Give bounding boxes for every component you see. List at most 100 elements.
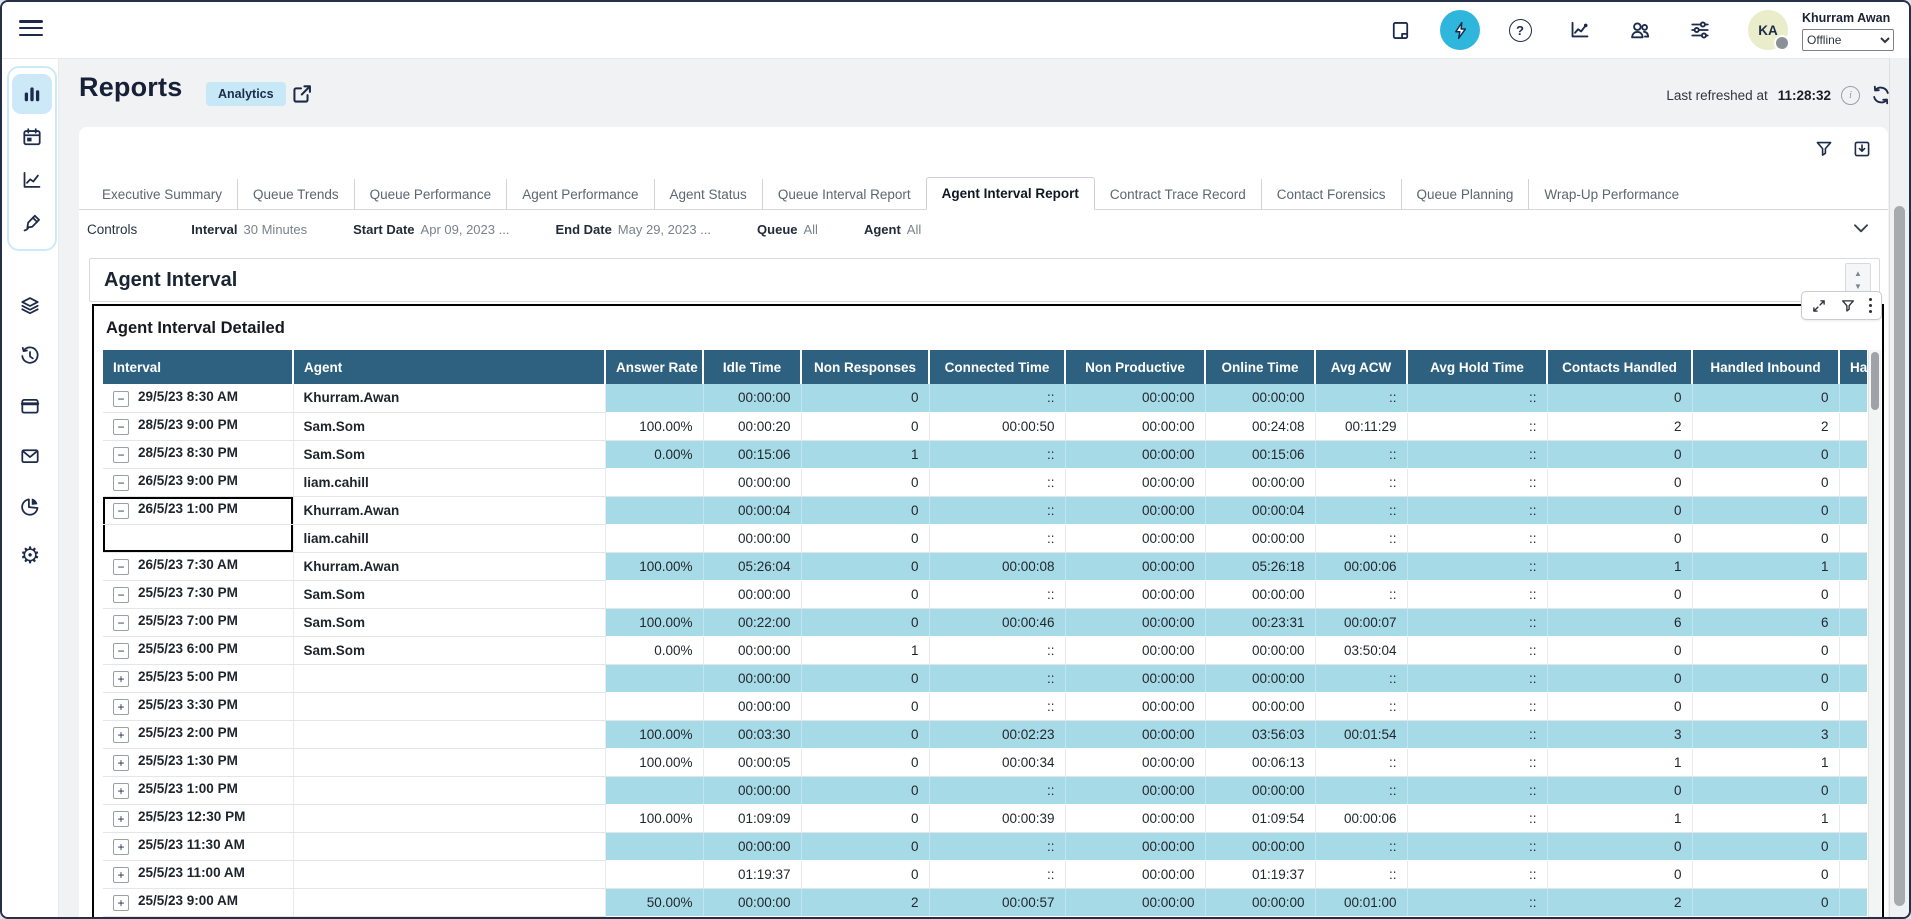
- interval-cell[interactable]: +25/5/23 11:00 AM: [103, 860, 293, 888]
- agent-cell[interactable]: [293, 888, 605, 916]
- expand-row-icon[interactable]: +: [113, 839, 129, 855]
- control-queue[interactable]: QueueAll: [757, 222, 818, 237]
- download-icon[interactable]: [1852, 139, 1874, 161]
- interval-cell[interactable]: +25/5/23 11:30 AM: [103, 832, 293, 860]
- agent-cell[interactable]: liam.cahill: [293, 468, 605, 496]
- interval-cell[interactable]: −26/5/23 1:00 PM: [103, 496, 293, 524]
- collapse-row-icon[interactable]: −: [113, 447, 129, 463]
- avatar[interactable]: KA: [1748, 10, 1788, 50]
- sidebar-item-history[interactable]: [10, 336, 50, 376]
- column-header-connected-time[interactable]: Connected Time: [929, 350, 1065, 384]
- tab-contract-trace-record[interactable]: Contract Trace Record: [1095, 179, 1261, 210]
- help-icon[interactable]: ?: [1500, 10, 1540, 50]
- agent-cell[interactable]: [293, 748, 605, 776]
- collapse-row-icon[interactable]: −: [113, 475, 129, 491]
- column-header-avg-hold-time[interactable]: Avg Hold Time: [1407, 350, 1547, 384]
- interval-cell[interactable]: −26/5/23 9:00 PM: [103, 468, 293, 496]
- column-header-non-productive[interactable]: Non Productive: [1065, 350, 1205, 384]
- expand-row-icon[interactable]: +: [113, 727, 129, 743]
- filter-icon[interactable]: [1814, 139, 1836, 161]
- boost-icon[interactable]: [1440, 10, 1480, 50]
- column-header-handled-inbound[interactable]: Handled Inbound: [1692, 350, 1839, 384]
- notes-icon[interactable]: [1380, 10, 1420, 50]
- tab-agent-interval-report[interactable]: Agent Interval Report: [926, 177, 1095, 210]
- interval-cell[interactable]: +25/5/23 1:30 PM: [103, 748, 293, 776]
- tab-agent-performance[interactable]: Agent Performance: [506, 179, 653, 210]
- control-end-date[interactable]: End DateMay 29, 2023 ...: [555, 222, 711, 237]
- column-header-idle-time[interactable]: Idle Time: [703, 350, 801, 384]
- interval-cell[interactable]: −26/5/23 7:30 AM: [103, 552, 293, 580]
- interval-cell[interactable]: −25/5/23 7:00 PM: [103, 608, 293, 636]
- info-icon[interactable]: i: [1841, 86, 1860, 105]
- agent-cell[interactable]: Sam.Som: [293, 608, 605, 636]
- column-header-agent[interactable]: Agent: [293, 350, 605, 384]
- control-start-date[interactable]: Start DateApr 09, 2023 ...: [353, 222, 509, 237]
- sidebar-item-settings[interactable]: ⚙: [10, 536, 50, 576]
- agent-cell[interactable]: [293, 776, 605, 804]
- agent-cell[interactable]: Khurram.Awan: [293, 496, 605, 524]
- tab-contact-forensics[interactable]: Contact Forensics: [1261, 179, 1401, 210]
- interval-cell[interactable]: +25/5/23 2:00 PM: [103, 720, 293, 748]
- collapse-row-icon[interactable]: −: [113, 559, 129, 575]
- interval-cell[interactable]: +25/5/23 9:00 AM: [103, 888, 293, 916]
- metrics-icon[interactable]: [1560, 10, 1600, 50]
- collapse-row-icon[interactable]: −: [113, 391, 129, 407]
- status-select[interactable]: Offline: [1802, 29, 1894, 51]
- collapse-row-icon[interactable]: −: [113, 615, 129, 631]
- tab-queue-performance[interactable]: Queue Performance: [354, 179, 507, 210]
- sidebar-item-schedule[interactable]: [12, 117, 52, 157]
- sidebar-item-layers[interactable]: [10, 286, 50, 326]
- interval-cell[interactable]: −25/5/23 7:30 PM: [103, 580, 293, 608]
- preferences-icon[interactable]: [1680, 10, 1720, 50]
- interval-cell[interactable]: +25/5/23 5:00 PM: [103, 664, 293, 692]
- table-scrollbar[interactable]: [1868, 350, 1881, 919]
- agent-cell[interactable]: Khurram.Awan: [293, 384, 605, 412]
- agent-cell[interactable]: [293, 804, 605, 832]
- sidebar-item-inbox[interactable]: [10, 436, 50, 476]
- agent-cell[interactable]: Sam.Som: [293, 636, 605, 664]
- interval-cell[interactable]: −25/5/23 6:00 PM: [103, 636, 293, 664]
- column-header-contacts-handled[interactable]: Contacts Handled: [1547, 350, 1692, 384]
- agent-cell[interactable]: [293, 664, 605, 692]
- column-header-avg-acw[interactable]: Avg ACW: [1315, 350, 1407, 384]
- expand-row-icon[interactable]: +: [113, 671, 129, 687]
- interval-cell[interactable]: [103, 524, 293, 552]
- column-header-online-time[interactable]: Online Time: [1205, 350, 1315, 384]
- widget-filter-icon[interactable]: [1840, 298, 1856, 314]
- interval-cell[interactable]: −29/5/23 8:30 AM: [103, 384, 293, 412]
- sidebar-item-trends[interactable]: [12, 160, 52, 200]
- expand-row-icon[interactable]: +: [113, 755, 129, 771]
- agent-cell[interactable]: [293, 832, 605, 860]
- kebab-menu-icon[interactable]: [1869, 298, 1872, 313]
- column-header-handled-outbound[interactable]: Handled Outbound: [1839, 350, 1867, 384]
- collapse-row-icon[interactable]: −: [113, 643, 129, 659]
- hamburger-menu-icon[interactable]: [19, 20, 43, 38]
- collapse-row-icon[interactable]: −: [113, 503, 129, 519]
- tab-executive-summary[interactable]: Executive Summary: [87, 179, 237, 210]
- tab-queue-trends[interactable]: Queue Trends: [237, 179, 354, 210]
- tab-queue-interval-report[interactable]: Queue Interval Report: [762, 179, 926, 210]
- agent-cell[interactable]: Sam.Som: [293, 440, 605, 468]
- interval-cell[interactable]: +25/5/23 3:30 PM: [103, 692, 293, 720]
- expand-row-icon[interactable]: +: [113, 811, 129, 827]
- tab-queue-planning[interactable]: Queue Planning: [1401, 179, 1529, 210]
- column-header-interval[interactable]: Interval: [103, 350, 293, 384]
- agent-cell[interactable]: Khurram.Awan: [293, 552, 605, 580]
- agent-cell[interactable]: Sam.Som: [293, 580, 605, 608]
- tab-wrap-up-performance[interactable]: Wrap-Up Performance: [1528, 179, 1694, 210]
- sidebar-item-reports[interactable]: [12, 74, 52, 114]
- table-scrollbar-thumb[interactable]: [1871, 352, 1879, 410]
- expand-row-icon[interactable]: +: [113, 699, 129, 715]
- sidebar-item-design[interactable]: [12, 203, 52, 243]
- interval-cell[interactable]: +25/5/23 12:30 PM: [103, 804, 293, 832]
- control-interval[interactable]: Interval30 Minutes: [191, 222, 307, 237]
- column-header-non-responses[interactable]: Non Responses: [801, 350, 929, 384]
- controls-collapse-chevron-icon[interactable]: [1850, 217, 1872, 239]
- column-header-answer-rate[interactable]: Answer Rate: [605, 350, 703, 384]
- agent-cell[interactable]: Sam.Som: [293, 412, 605, 440]
- agent-cell[interactable]: [293, 860, 605, 888]
- team-icon[interactable]: [1620, 10, 1660, 50]
- sidebar-item-analytics[interactable]: [10, 486, 50, 526]
- external-link-icon[interactable]: [290, 82, 314, 106]
- collapse-row-icon[interactable]: −: [113, 419, 129, 435]
